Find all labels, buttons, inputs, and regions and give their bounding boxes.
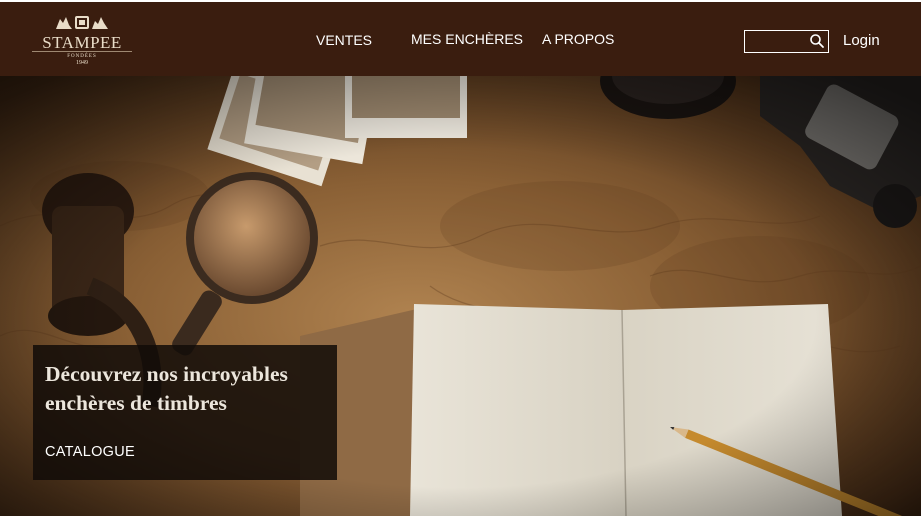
nav-item-a-propos[interactable]: A PROPOS [542, 31, 614, 47]
catalogue-link[interactable]: CATALOGUE [45, 444, 135, 460]
login-link[interactable]: Login [843, 33, 880, 49]
search-icon[interactable] [809, 33, 825, 49]
promo-headline: Découvrez nos incroyables enchères de ti… [45, 360, 335, 418]
search-box [744, 30, 829, 53]
nav-item-ventes[interactable]: VENTES [316, 32, 372, 48]
site-header: STAMPEE FONDÉES 1949 VENTES MES ENCHÈRES… [0, 2, 921, 76]
promo-card: Découvrez nos incroyables enchères de ti… [33, 345, 337, 480]
search-input[interactable] [747, 33, 807, 49]
main-nav: VENTES MES ENCHÈRES A PROPOS Login [0, 2, 921, 76]
promo-headline-line-2: enchères de timbres [45, 391, 227, 415]
hero-banner: Découvrez nos incroyables enchères de ti… [0, 76, 921, 516]
nav-item-mes-encheres[interactable]: MES ENCHÈRES [411, 31, 523, 47]
promo-headline-line-1: Découvrez nos incroyables [45, 362, 288, 386]
